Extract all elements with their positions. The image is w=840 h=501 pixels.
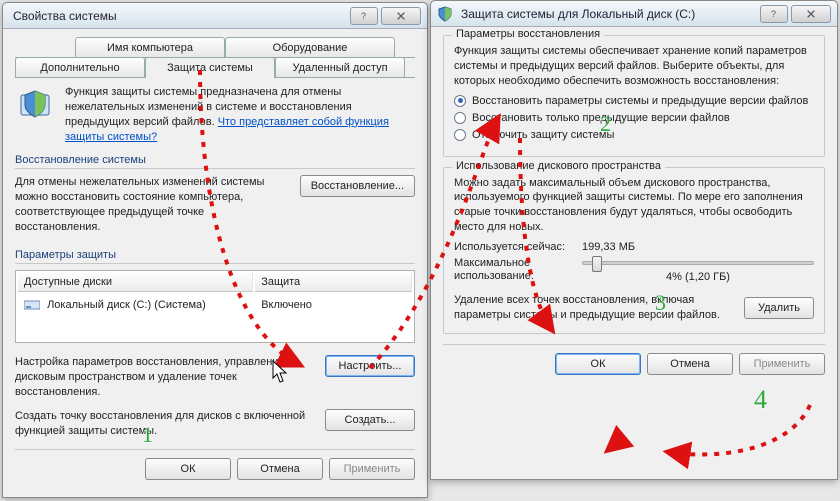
disk-usage-group: Использование дискового пространства Мож… xyxy=(443,167,825,334)
tab-computer-name[interactable]: Имя компьютера xyxy=(75,37,225,57)
window-title-2: Защита системы для Локальный диск (C:) xyxy=(457,7,757,21)
radio-row-2[interactable]: Восстановить только предыдущие версии фа… xyxy=(454,112,814,124)
shield-icon xyxy=(15,85,55,125)
cancel-button[interactable]: Отмена xyxy=(237,458,323,480)
close-button[interactable] xyxy=(381,7,421,25)
configure-description: Настройка параметров восстановления, упр… xyxy=(15,355,317,400)
tab-advanced[interactable]: Дополнительно xyxy=(15,57,145,77)
drive-name: Локальный диск (C:) (Система) xyxy=(47,299,206,311)
disk-usage-legend: Использование дискового пространства xyxy=(452,160,665,172)
create-description: Создать точку восстановления для дисков … xyxy=(15,409,317,439)
configure-button[interactable]: Настроить... xyxy=(325,355,415,377)
usage-value: 199,33 МБ xyxy=(582,241,635,253)
radio-row-3[interactable]: Отключить защиту системы xyxy=(454,129,814,141)
tab-hardware[interactable]: Оборудование xyxy=(225,37,395,57)
restore-button[interactable]: Восстановление... xyxy=(300,175,415,197)
restore-group-title: Восстановление системы xyxy=(15,154,415,166)
radio-disable-label: Отключить защиту системы xyxy=(472,129,614,141)
system-properties-window: Свойства системы ? Имя компьютера Оборуд… xyxy=(2,2,428,498)
close-button-2[interactable] xyxy=(791,5,831,23)
drive-status: Включено xyxy=(255,294,412,316)
radio-row-1[interactable]: Восстановить параметры системы и предыду… xyxy=(454,95,814,107)
max-usage-slider[interactable] xyxy=(582,261,814,265)
create-button[interactable]: Создать... xyxy=(325,409,415,431)
usage-label: Используется сейчас: xyxy=(454,241,574,253)
tab-remote[interactable]: Удаленный доступ xyxy=(275,57,405,77)
protection-group-title: Параметры защиты xyxy=(15,249,415,261)
intro-text: Функция защиты системы предназначена для… xyxy=(65,85,415,144)
tab-strip: Имя компьютера Оборудование Дополнительн… xyxy=(15,37,415,81)
titlebar: Свойства системы ? xyxy=(3,3,427,29)
radio-restore-files[interactable] xyxy=(454,112,466,124)
radio-restore-all[interactable] xyxy=(454,95,466,107)
apply-button[interactable]: Применить xyxy=(329,458,415,480)
radio-restore-all-label: Восстановить параметры системы и предыду… xyxy=(472,95,808,107)
window-title: Свойства системы xyxy=(9,9,347,23)
ok-button-2[interactable]: ОК xyxy=(555,353,641,375)
max-usage-value: 4% (1,20 ГБ) xyxy=(582,271,814,283)
titlebar-2: Защита системы для Локальный диск (C:) ? xyxy=(431,1,837,27)
table-row[interactable]: Локальный диск (C:) (Система) Включено xyxy=(18,294,412,316)
delete-button[interactable]: Удалить xyxy=(744,297,814,319)
svg-text:?: ? xyxy=(771,9,776,19)
slider-thumb[interactable] xyxy=(592,256,602,272)
system-protection-dialog: Защита системы для Локальный диск (C:) ?… xyxy=(430,0,838,480)
restore-settings-group: Параметры восстановления Функция защиты … xyxy=(443,35,825,157)
svg-text:?: ? xyxy=(361,11,366,21)
help-button[interactable]: ? xyxy=(350,7,378,25)
col-protection[interactable]: Защита xyxy=(255,273,412,292)
restore-settings-legend: Параметры восстановления xyxy=(452,28,604,40)
ok-button[interactable]: ОК xyxy=(145,458,231,480)
radio-disable[interactable] xyxy=(454,129,466,141)
tab-system-protection[interactable]: Защита системы xyxy=(145,57,275,78)
drive-table: Доступные диски Защита Локальный диск (C… xyxy=(15,270,415,343)
disk-usage-text: Можно задать максимальный объем дисковог… xyxy=(454,176,814,235)
drive-icon xyxy=(24,299,40,311)
restore-description: Для отмены нежелательных изменений систе… xyxy=(15,175,292,234)
restore-settings-text: Функция защиты системы обеспечивает хран… xyxy=(454,44,814,89)
help-button-2[interactable]: ? xyxy=(760,5,788,23)
cancel-button-2[interactable]: Отмена xyxy=(647,353,733,375)
shield-icon xyxy=(437,6,453,22)
apply-button-2[interactable]: Применить xyxy=(739,353,825,375)
max-usage-label: Максимальное использование: xyxy=(454,257,574,283)
delete-description: Удаление всех точек восстановления, вклю… xyxy=(454,293,736,323)
radio-restore-files-label: Восстановить только предыдущие версии фа… xyxy=(472,112,730,124)
col-drives[interactable]: Доступные диски xyxy=(18,273,253,292)
